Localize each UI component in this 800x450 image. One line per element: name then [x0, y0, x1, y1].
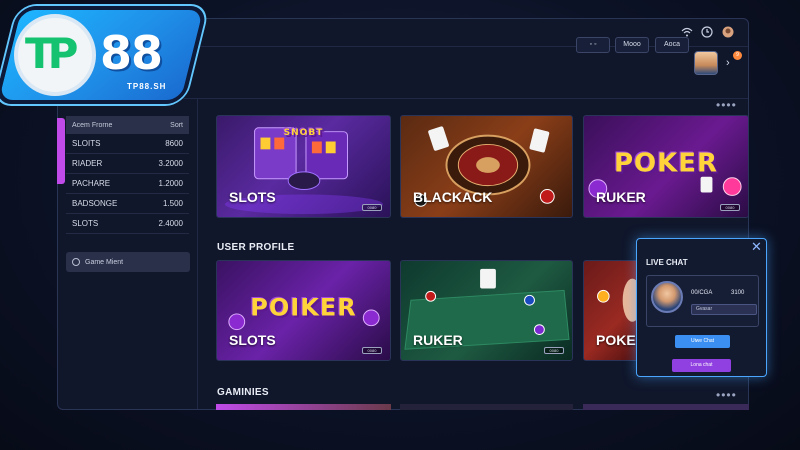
sidebar-table: Acem Frorne Sort SLOITS 8600 RIADER 3.2000… — [66, 116, 189, 234]
card-tag: 0080 — [362, 347, 382, 354]
sidebar-header-left: Acem Frorne — [72, 121, 113, 129]
card-logo: POIKER — [250, 293, 357, 322]
sidebar-row-value: 3.2000 — [158, 159, 183, 168]
close-icon[interactable]: ✕ — [751, 239, 762, 255]
sidebar-row[interactable]: SLOTS 2.4000 — [66, 214, 189, 234]
game-card-slots[interactable]: SNOBT SLOTS 0080 — [216, 115, 391, 218]
game-card-preview[interactable] — [400, 404, 573, 410]
game-card-ruker[interactable]: RUKER 0080 — [400, 260, 573, 361]
game-management-button[interactable]: Game Mient — [66, 252, 190, 272]
sidebar-row[interactable]: BADSONGE 1.500 — [66, 194, 189, 214]
sidebar-row-value: 2.4000 — [158, 219, 183, 228]
sidebar-row[interactable]: RIADER 3.2000 — [66, 154, 189, 174]
brand-tp-text: TP — [25, 29, 78, 78]
sidebar-row-name: SLOTS — [72, 219, 99, 228]
game-card-slots-2[interactable]: POIKER SLOTS 0080 — [216, 260, 391, 361]
account-button[interactable]: Aoca — [655, 37, 689, 53]
chat-amount: 3100 — [731, 290, 745, 296]
live-chat-title: LIVE CHAT — [646, 258, 688, 267]
more-options-icon[interactable]: •••• — [716, 99, 737, 111]
notification-badge[interactable]: 9 — [733, 51, 742, 60]
sidebar-row-name: BADSONGE — [72, 199, 118, 208]
view-toggle-label: ◦ ◦ — [589, 41, 597, 48]
card-logo: SNOBT — [283, 128, 324, 138]
game-card-poker[interactable]: POKER RUKER 0080 — [583, 115, 749, 218]
sidebar-table-header: Acem Frorne Sort — [66, 116, 189, 134]
chat-user-name: 00/CGA — [691, 290, 713, 296]
chat-avatar — [651, 281, 683, 313]
mode-button-label: Mooo — [623, 41, 641, 48]
user-avatar[interactable] — [694, 51, 718, 75]
sidebar-active-accent — [57, 118, 65, 184]
chat-user-card: 00/CGA 3100 Gvasar — [646, 275, 759, 327]
long-chat-button[interactable]: Lona chat — [672, 359, 731, 372]
game-card-preview[interactable] — [216, 404, 391, 410]
game-card-preview[interactable] — [583, 404, 749, 410]
sidebar-row-name: RIADER — [72, 159, 103, 168]
account-button-label: Aoca — [664, 41, 680, 48]
section-title-gaminies: GAMINIES — [217, 387, 269, 398]
card-title: POKE — [596, 332, 636, 348]
game-management-label: Game Mient — [85, 258, 124, 266]
sidebar-row-value: 8600 — [165, 139, 183, 148]
profile-icon[interactable] — [721, 26, 735, 40]
game-card-poke[interactable]: POKE — [583, 260, 643, 361]
chevron-right-icon[interactable]: › — [726, 57, 730, 69]
live-chat-panel: ✕ LIVE CHAT 00/CGA 3100 Gvasar Uiwe Chat… — [636, 238, 767, 377]
chat-input-field[interactable]: Gvasar — [691, 304, 757, 315]
sidebar-row[interactable]: PACHARE 1.2000 — [66, 174, 189, 194]
card-title: RUKER — [413, 332, 463, 348]
game-management-icon — [72, 258, 80, 266]
more-options-icon[interactable]: •••• — [716, 389, 737, 401]
view-chat-button[interactable]: Uiwe Chat — [675, 335, 730, 348]
brand-logo[interactable]: TP 88 TP88.SH — [0, 0, 209, 112]
game-card-blackjack[interactable]: BLACKACK — [400, 115, 573, 218]
mode-button[interactable]: Mooo — [615, 37, 649, 53]
card-tag: 0080 — [720, 204, 740, 211]
sidebar-row-value: 1.2000 — [158, 179, 183, 188]
card-title: RUKER — [596, 189, 646, 205]
card-title: BLACKACK — [413, 189, 493, 205]
card-title: SLOTS — [229, 189, 276, 205]
sidebar-header-right[interactable]: Sort — [170, 122, 183, 129]
sidebar-row[interactable]: SLOITS 8600 — [66, 134, 189, 154]
brand-88-text: 88 — [100, 26, 163, 80]
card-title: SLOTS — [229, 332, 276, 348]
section-title-user-profile: USER PROFILE — [217, 242, 295, 253]
card-tag: 0080 — [362, 204, 382, 211]
card-tag: 0080 — [544, 347, 564, 354]
sidebar-row-name: SLOITS — [72, 139, 101, 148]
brand-subtitle: TP88.SH — [127, 82, 167, 91]
sidebar-row-name: PACHARE — [72, 179, 111, 188]
sidebar-row-value: 1.500 — [162, 199, 183, 208]
card-logo: POKER — [613, 147, 719, 178]
timer-icon[interactable] — [700, 26, 714, 40]
view-toggle-button[interactable]: ◦ ◦ — [576, 37, 610, 53]
